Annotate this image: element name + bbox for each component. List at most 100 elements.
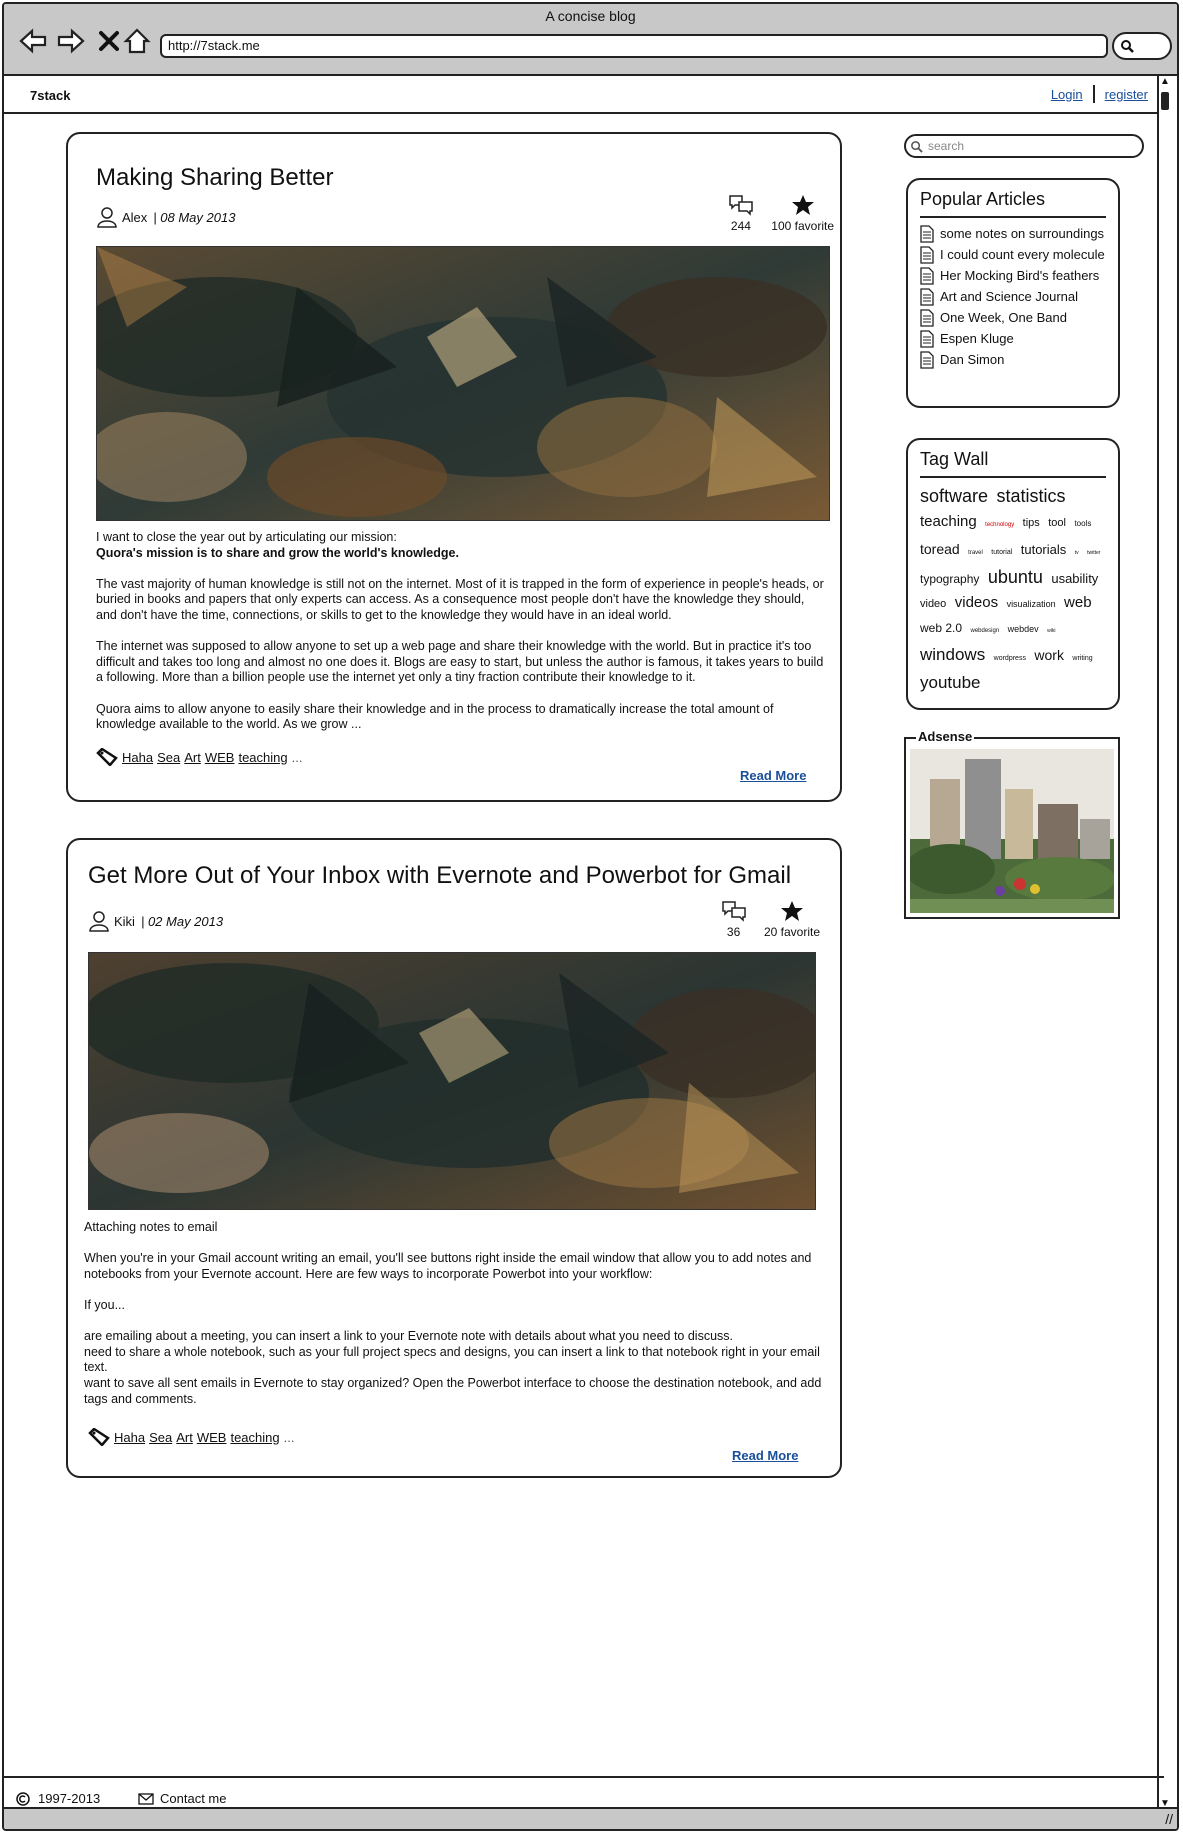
read-more-link[interactable]: Read More [732, 1448, 798, 1463]
tag-icon [88, 1428, 110, 1446]
tag-link[interactable]: WEB [205, 750, 235, 765]
tag-cloud-item[interactable]: video [920, 598, 946, 610]
user-icon [97, 207, 117, 228]
article-body: Attaching notes to email When you're in … [84, 1220, 824, 1407]
tag-cloud-item[interactable]: web 2.0 [920, 621, 962, 635]
tag-cloud-item[interactable]: tools [1074, 519, 1091, 528]
login-link[interactable]: Login [1051, 87, 1083, 102]
tag-cloud-item[interactable]: webdev [1008, 624, 1039, 634]
tag-link[interactable]: WEB [197, 1430, 227, 1445]
tag-cloud-item[interactable]: twitter [1087, 550, 1100, 556]
favorite-count: 20 favorite [763, 925, 820, 939]
widget-title: Popular Articles [920, 189, 1046, 209]
popular-article-item[interactable]: I could count every molecule [920, 244, 1105, 265]
stop-icon[interactable] [94, 26, 124, 56]
comments-stat[interactable]: 36 [721, 900, 747, 939]
tag-cloud-item[interactable]: videos [955, 594, 998, 611]
browser-search-button[interactable] [1112, 32, 1172, 60]
tag-link[interactable]: teaching [238, 750, 287, 765]
comments-stat[interactable]: 244 [728, 194, 754, 233]
tag-cloud-item[interactable]: toread [920, 541, 960, 557]
tag-cloud-item[interactable]: visualization [1007, 599, 1056, 609]
read-more-link[interactable]: Read More [740, 768, 806, 783]
tag-cloud-item[interactable]: statistics [996, 486, 1065, 506]
popular-article-item[interactable]: Her Mocking Bird's feathers [920, 265, 1105, 286]
register-link[interactable]: register [1105, 87, 1148, 102]
author-name[interactable]: Kiki [114, 914, 135, 929]
resize-grip-icon[interactable]: // [1165, 1811, 1173, 1827]
article-paragraph: If you... [84, 1297, 125, 1312]
popular-article-item[interactable]: Espen Kluge [920, 328, 1105, 349]
back-icon[interactable] [18, 26, 48, 56]
tag-cloud-item[interactable]: writing [1072, 655, 1092, 662]
divider [920, 216, 1106, 218]
scroll-up-icon[interactable]: ▲ [1160, 77, 1170, 87]
article-title[interactable]: Get More Out of Your Inbox with Evernote… [88, 862, 791, 890]
home-icon[interactable] [122, 26, 152, 56]
search-icon [1121, 40, 1134, 53]
divider [920, 476, 1106, 478]
tag-link[interactable]: Art [184, 750, 201, 765]
popular-article-item[interactable]: Dan Simon [920, 349, 1105, 370]
tag-link[interactable]: Haha [114, 1430, 145, 1445]
tag-cloud-item[interactable]: technology [985, 522, 1014, 528]
scroll-thumb[interactable] [1161, 92, 1169, 110]
tag-cloud-item[interactable]: windows [920, 645, 985, 664]
tag-cloud-item[interactable]: wordpress [994, 655, 1026, 662]
tag-cloud-item[interactable]: ubuntu [988, 567, 1043, 587]
tag-cloud-item[interactable]: wiki [1047, 628, 1055, 634]
article-paragraph: The vast majority of human knowledge is … [96, 576, 824, 622]
ad-image[interactable] [910, 749, 1114, 913]
page-scrollbar[interactable]: ▲ ▼ [1157, 76, 1173, 1810]
tag-cloud-item[interactable]: work [1034, 647, 1064, 663]
forward-icon[interactable] [56, 26, 86, 56]
favorite-stat[interactable]: 100 favorite [771, 194, 834, 233]
tag-cloud-item[interactable]: tv [1075, 550, 1079, 556]
tag-cloud-item[interactable]: travel [968, 550, 983, 556]
tag-link[interactable]: Haha [122, 750, 153, 765]
browser-toolbar: A concise blog http://7stack.me [4, 4, 1177, 76]
star-icon [791, 195, 814, 215]
tag-link[interactable]: Sea [149, 1430, 172, 1445]
post-date: | 08 May 2013 [153, 209, 236, 225]
article-paragraph: Attaching notes to email [84, 1220, 218, 1234]
tag-cloud-item[interactable]: tutorials [1021, 542, 1067, 557]
article-image [96, 246, 830, 521]
favorite-stat[interactable]: 20 favorite [764, 900, 820, 939]
article-title[interactable]: Making Sharing Better [96, 164, 333, 192]
tag-link[interactable]: Art [176, 1430, 193, 1445]
author-name[interactable]: Alex [122, 210, 147, 225]
article-paragraph: The internet was supposed to allow anyon… [96, 639, 824, 685]
tag-cloud-item[interactable]: tool [1048, 517, 1066, 529]
tag-cloud-item[interactable]: tips [1023, 517, 1040, 529]
popular-article-item[interactable]: Art and Science Journal [920, 286, 1105, 307]
popular-article-item[interactable]: some notes on surroundings [920, 223, 1105, 244]
tag-cloud-item[interactable]: webdesign [970, 628, 999, 634]
divider [1092, 85, 1095, 103]
site-header: 7stack Login register [4, 76, 1164, 114]
window-title: A concise blog [545, 8, 636, 24]
popular-article-item[interactable]: One Week, One Band [920, 307, 1105, 328]
tag-link[interactable]: Sea [157, 750, 180, 765]
tag-cloud-item[interactable]: software [920, 486, 988, 506]
tag-cloud-item[interactable]: web [1064, 594, 1092, 611]
article-paragraph: I want to close the year out by articula… [96, 530, 397, 544]
article-card: Making Sharing Better Alex | 08 May 2013… [66, 132, 842, 802]
tag-cloud-item[interactable]: tutorial [991, 549, 1012, 556]
tag-link[interactable]: teaching [230, 1430, 279, 1445]
tag-cloud: software statistics teaching technology … [920, 484, 1110, 696]
tag-cloud-item[interactable]: typography [920, 572, 979, 586]
tag-cloud-item[interactable]: teaching [920, 513, 977, 530]
status-bar: // [4, 1807, 1177, 1829]
popular-articles-widget: Popular Articles some notes on surroundi… [906, 178, 1120, 408]
article-body: I want to close the year out by articula… [96, 530, 826, 748]
document-icon [920, 308, 934, 327]
search-input[interactable]: search [904, 134, 1144, 158]
contact-link[interactable]: Contact me [138, 1791, 226, 1806]
site-brand[interactable]: 7stack [30, 88, 70, 103]
tag-cloud-item[interactable]: usability [1051, 571, 1098, 586]
tag-cloud-item[interactable]: youtube [920, 673, 981, 692]
adsense-label: Adsense [916, 729, 975, 744]
article-paragraph: need to share a whole notebook, such as … [84, 1344, 820, 1375]
address-bar[interactable]: http://7stack.me [160, 34, 1108, 58]
